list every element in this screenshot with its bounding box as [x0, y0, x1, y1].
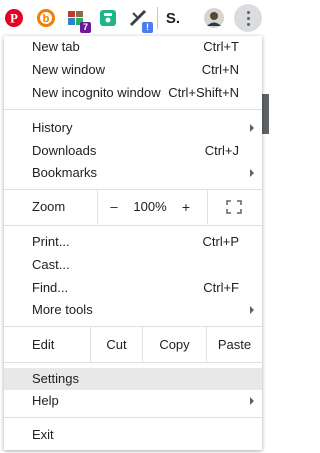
- extensions-toolbar: P b 7 ! S.: [0, 0, 269, 36]
- menu-item-label: New incognito window: [32, 85, 161, 100]
- submenu-arrow-icon: [250, 124, 254, 132]
- fullscreen-icon[interactable]: [226, 200, 242, 214]
- extension-icon[interactable]: 7: [66, 8, 91, 33]
- menu-item-label: New tab: [32, 39, 80, 54]
- copy-button[interactable]: Copy: [143, 327, 206, 362]
- blogger-icon[interactable]: b: [36, 8, 56, 28]
- menu-separator: [4, 417, 262, 418]
- menu-item-label: More tools: [32, 302, 93, 317]
- menu-item-new-window[interactable]: New window Ctrl+N: [4, 59, 262, 81]
- pinterest-icon[interactable]: P: [4, 8, 24, 28]
- zoom-divider: [97, 190, 98, 224]
- menu-item-label: Help: [32, 393, 59, 408]
- menu-item-cast[interactable]: Cast...: [4, 254, 262, 276]
- submenu-arrow-icon: [250, 169, 254, 177]
- cut-button[interactable]: Cut: [91, 327, 142, 362]
- s-icon-label: S.: [165, 9, 181, 27]
- profile-avatar-icon[interactable]: [204, 8, 224, 28]
- zoom-in-button[interactable]: +: [174, 190, 198, 224]
- chrome-main-menu: New tab Ctrl+T New window Ctrl+N New inc…: [4, 36, 262, 450]
- menu-item-label: Print...: [32, 234, 70, 249]
- menu-item-label: Settings: [32, 371, 79, 386]
- ruler-icon[interactable]: !: [128, 8, 153, 33]
- menu-item-history[interactable]: History: [4, 117, 262, 139]
- menu-item-label: Bookmarks: [32, 165, 98, 180]
- edit-row: Edit Cut Copy Paste: [4, 327, 262, 362]
- zoom-out-button[interactable]: –: [102, 190, 126, 224]
- menu-item-shortcut: Ctrl+J: [204, 143, 239, 158]
- menu-item-label: Find...: [32, 280, 69, 295]
- menu-item-label: Exit: [32, 427, 54, 442]
- zoom-label: Zoom: [32, 199, 66, 214]
- menu-item-help[interactable]: Help: [4, 390, 262, 412]
- submenu-arrow-icon: [250, 397, 254, 405]
- menu-item-bookmarks[interactable]: Bookmarks: [4, 162, 262, 184]
- menu-item-shortcut: Ctrl+T: [203, 39, 239, 54]
- menu-item-exit[interactable]: Exit: [4, 424, 262, 446]
- menu-item-print[interactable]: Print... Ctrl+P: [4, 231, 262, 253]
- menu-item-shortcut: Ctrl+Shift+N: [168, 85, 239, 100]
- chrome-menu-button[interactable]: [234, 4, 262, 32]
- ruler-badge: !: [142, 22, 153, 33]
- submenu-arrow-icon: [250, 306, 254, 314]
- paste-button[interactable]: Paste: [207, 327, 262, 362]
- menu-item-more-tools[interactable]: More tools: [4, 299, 262, 321]
- menu-item-label: History: [32, 120, 73, 135]
- menu-item-shortcut: Ctrl+P: [202, 234, 239, 249]
- menu-item-downloads[interactable]: Downloads Ctrl+J: [4, 140, 262, 162]
- toolbar-divider: [157, 7, 158, 29]
- extension-badge: 7: [80, 22, 91, 33]
- s-icon[interactable]: S.: [163, 8, 183, 28]
- svg-text:P: P: [10, 11, 18, 26]
- menu-item-shortcut: Ctrl+F: [203, 280, 239, 295]
- zoom-level: 100%: [133, 199, 167, 214]
- menu-item-label: New window: [32, 62, 105, 77]
- background-page: [262, 36, 269, 453]
- menu-item-shortcut: Ctrl+N: [201, 62, 239, 77]
- menu-separator: [4, 362, 262, 363]
- menu-separator: [4, 109, 262, 110]
- edit-label: Edit: [32, 337, 55, 352]
- menu-item-settings[interactable]: Settings: [4, 368, 262, 390]
- menu-item-find[interactable]: Find... Ctrl+F: [4, 277, 262, 299]
- zoom-row: Zoom – 100% +: [4, 190, 262, 224]
- save-icon[interactable]: [98, 8, 118, 28]
- menu-item-label: Downloads: [32, 143, 97, 158]
- menu-separator: [4, 225, 262, 226]
- more-vert-icon: [246, 10, 250, 26]
- menu-item-new-incognito-window[interactable]: New incognito window Ctrl+Shift+N: [4, 82, 262, 104]
- menu-item-new-tab[interactable]: New tab Ctrl+T: [4, 36, 262, 58]
- menu-item-label: Cast...: [32, 257, 70, 272]
- svg-text:b: b: [43, 13, 50, 25]
- zoom-divider: [207, 190, 208, 224]
